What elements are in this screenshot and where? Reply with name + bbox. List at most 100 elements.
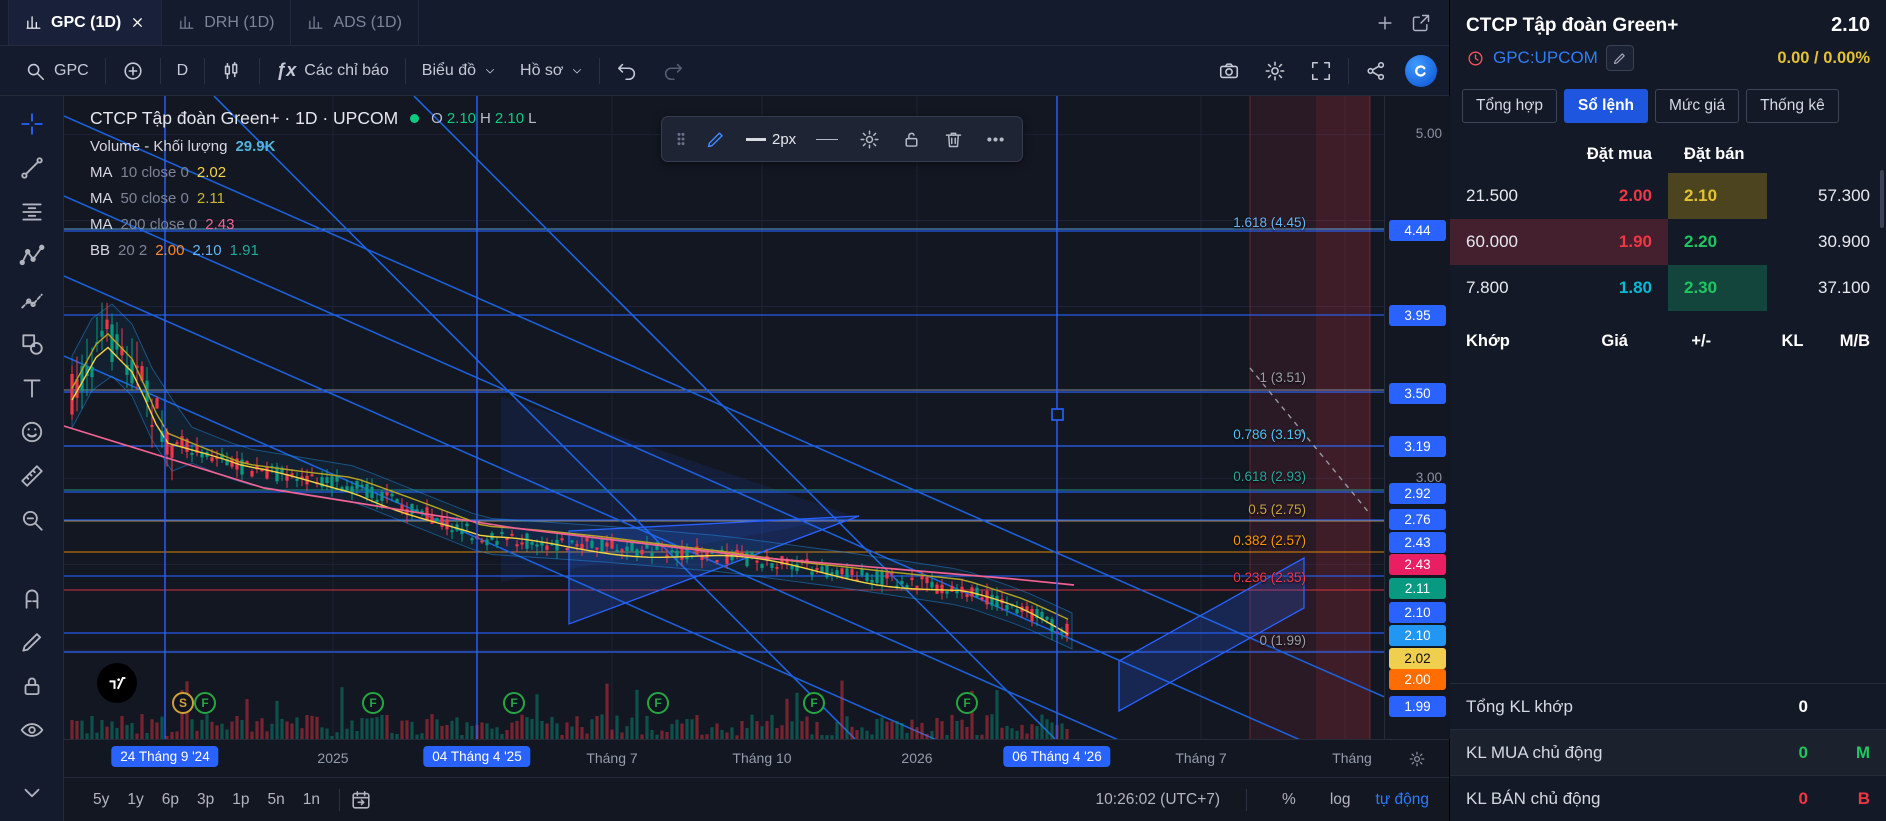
tab-muc-gia[interactable]: Mức giá <box>1655 89 1740 123</box>
buy-volume[interactable]: 7.800 <box>1450 265 1569 311</box>
legend-ma50-row[interactable]: MA 50 close 0 2.11 <box>90 190 536 207</box>
tool-emoji[interactable] <box>11 412 53 452</box>
legend-volume-row[interactable]: Volume - Khối lượng 29.9K <box>90 138 536 155</box>
interval-button[interactable]: D <box>165 53 201 89</box>
line-style-button[interactable] <box>806 120 848 158</box>
buy-price[interactable]: 1.90 <box>1569 219 1668 265</box>
event-marker[interactable]: F <box>803 692 825 714</box>
tool-lock-all[interactable] <box>11 666 53 706</box>
close-icon[interactable] <box>130 15 145 30</box>
trades-table-body[interactable] <box>1450 365 1886 683</box>
event-marker[interactable]: S <box>172 692 194 714</box>
tool-draw[interactable] <box>11 622 53 662</box>
drawing-more-button[interactable] <box>974 120 1016 158</box>
profile-dropdown[interactable]: Hồ sơ <box>508 53 595 89</box>
buy-volume[interactable]: 60.000 <box>1450 219 1570 265</box>
drawing-lock-button[interactable] <box>890 120 932 158</box>
tab-tong-hop[interactable]: Tổng hợp <box>1462 89 1558 123</box>
sell-volume[interactable]: 30.900 <box>1767 219 1886 265</box>
tab-thong-ke[interactable]: Thống kê <box>1746 89 1839 123</box>
percent-scale-toggle[interactable]: % <box>1273 786 1305 814</box>
drawing-settings-button[interactable] <box>848 120 890 158</box>
browser-logo[interactable] <box>1405 54 1437 87</box>
log-scale-toggle[interactable]: log <box>1321 786 1360 814</box>
magnet-icon <box>25 589 38 609</box>
layout-dropdown[interactable]: Biểu đồ <box>410 53 508 89</box>
range-5d[interactable]: 5n <box>259 786 294 814</box>
line-width-button[interactable]: 2px <box>736 120 806 158</box>
auto-scale-toggle[interactable]: tự động <box>1376 791 1429 809</box>
tool-hide-all[interactable] <box>11 710 53 750</box>
fullscreen-button[interactable] <box>1298 53 1344 89</box>
buy-price[interactable]: 2.00 <box>1569 173 1668 219</box>
share-button[interactable] <box>1353 53 1399 89</box>
drag-handle-icon[interactable] <box>668 120 694 158</box>
tool-magnet[interactable] <box>11 578 53 618</box>
buy-volume[interactable]: 21.500 <box>1450 173 1569 219</box>
range-1m[interactable]: 1p <box>223 786 258 814</box>
event-marker[interactable]: F <box>503 692 525 714</box>
scrollbar-thumb[interactable] <box>1880 170 1884 228</box>
sell-price[interactable]: 2.30 <box>1668 265 1767 311</box>
range-6m[interactable]: 6p <box>153 786 188 814</box>
clock-display[interactable]: 10:26:02 (UTC+7) <box>1096 791 1221 809</box>
event-marker[interactable]: F <box>194 692 216 714</box>
undo-button[interactable] <box>604 53 650 89</box>
range-5y[interactable]: 5y <box>84 786 118 814</box>
legend-ma10-row[interactable]: MA 10 close 0 2.02 <box>90 164 536 181</box>
sell-volume[interactable]: 57.300 <box>1767 173 1886 219</box>
tool-shapes[interactable] <box>11 324 53 364</box>
chart-canvas[interactable]: CTCP Tập đoàn Green+ · 1D · UPCOM O 2.10 … <box>64 96 1384 739</box>
buy-price[interactable]: 1.80 <box>1569 265 1668 311</box>
range-3m[interactable]: 3p <box>188 786 223 814</box>
tradingview-logo[interactable] <box>97 663 137 703</box>
symbol-search-button[interactable]: GPC <box>12 53 101 89</box>
legend-symbol-row[interactable]: CTCP Tập đoàn Green+ · 1D · UPCOM O 2.10 … <box>90 108 536 129</box>
tool-trend-line[interactable] <box>11 148 53 188</box>
tool-more[interactable] <box>11 773 53 813</box>
event-marker[interactable]: F <box>956 692 978 714</box>
tool-forecast[interactable] <box>11 280 53 320</box>
tool-text[interactable] <box>11 368 53 408</box>
chart-style-button[interactable] <box>209 53 255 89</box>
tab-gpc[interactable]: GPC (1D) <box>8 0 163 45</box>
legend-bb-row[interactable]: BB 20 2 2.00 2.10 1.91 <box>90 242 536 259</box>
drawing-delete-button[interactable] <box>932 120 974 158</box>
tool-ruler[interactable] <box>11 456 53 496</box>
forecast-icon <box>20 293 43 309</box>
fib-label: 0.786 (3.19) <box>1233 427 1306 442</box>
pencil-tool-button[interactable] <box>694 120 736 158</box>
price-label: 5.00 <box>1415 126 1442 141</box>
event-marker[interactable]: F <box>362 692 384 714</box>
indicators-button[interactable]: ƒx Các chỉ báo <box>264 53 401 89</box>
add-tab-icon[interactable] <box>1375 13 1395 33</box>
edit-symbol-button[interactable] <box>1605 45 1634 71</box>
tool-zoom[interactable] <box>11 500 53 540</box>
event-marker[interactable]: F <box>647 692 669 714</box>
snapshot-button[interactable] <box>1206 53 1252 89</box>
tab-drh[interactable]: DRH (1D) <box>162 0 292 45</box>
legend-ma200-row[interactable]: MA 200 close 0 2.43 <box>90 216 536 233</box>
redo-button[interactable] <box>650 53 696 89</box>
popout-icon[interactable] <box>1411 13 1431 33</box>
draw-icon <box>21 633 41 652</box>
tab-ads[interactable]: ADS (1D) <box>291 0 419 45</box>
sell-price[interactable]: 2.10 <box>1668 173 1767 219</box>
sell-price[interactable]: 2.20 <box>1668 219 1767 265</box>
tool-crosshair[interactable] <box>11 104 53 144</box>
axis-settings-button[interactable] <box>1384 740 1449 777</box>
time-axis[interactable]: 24 Tháng 9 '24 2025 04 Tháng 4 '25 Tháng… <box>64 739 1449 777</box>
price-axis[interactable]: 5.00 3.00 4.44 3.95 3.50 3.19 2.92 2.76 … <box>1384 96 1450 739</box>
chart-settings-button[interactable] <box>1252 53 1298 89</box>
go-to-date-button[interactable] <box>350 789 372 811</box>
tab-so-lenh[interactable]: Sổ lệnh <box>1564 89 1649 123</box>
range-1y[interactable]: 1y <box>118 786 152 814</box>
fib-label: 1 (3.51) <box>1259 370 1306 385</box>
panel-ticker[interactable]: GPC:UPCOM <box>1493 48 1598 68</box>
range-1d[interactable]: 1n <box>294 786 329 814</box>
tool-pattern[interactable] <box>11 236 53 276</box>
tool-fib-retracement[interactable] <box>11 192 53 232</box>
sell-volume[interactable]: 37.100 <box>1767 265 1886 311</box>
add-symbol-button[interactable] <box>110 53 156 89</box>
mini-chart-icon <box>179 16 194 29</box>
